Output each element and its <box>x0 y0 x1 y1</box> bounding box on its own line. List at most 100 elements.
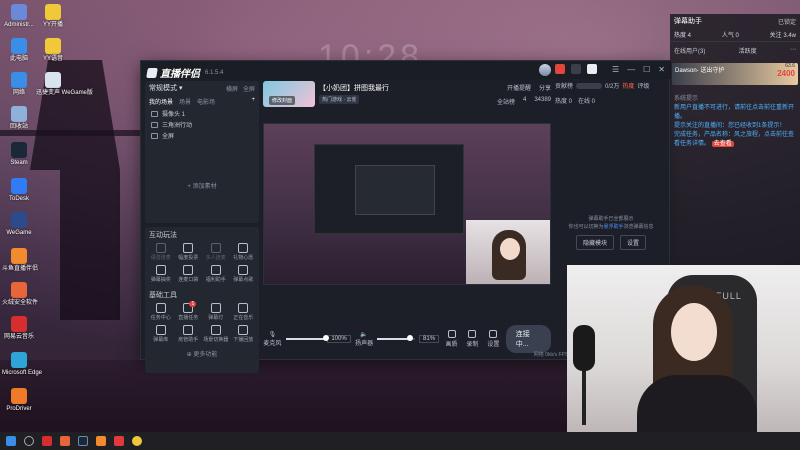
desktop-icon[interactable]: ProDriver <box>2 388 36 413</box>
tools-item-label: 正在音乐 <box>233 315 254 321</box>
taskbar-app-icon[interactable] <box>96 436 106 446</box>
windows-start-icon[interactable] <box>6 436 16 446</box>
hide-module-button[interactable]: 隐藏模块 <box>575 235 614 250</box>
desktop-icon[interactable]: 回收站 <box>2 106 36 131</box>
tools-item[interactable]: 房管助手 <box>175 325 203 343</box>
desktop-icon-label: 此电脑 <box>9 56 28 62</box>
taskbar-app-icon[interactable] <box>60 436 70 446</box>
tools-item[interactable]: 场景切换器 <box>202 325 230 343</box>
helper-more-icon[interactable]: ⋯ <box>790 46 796 55</box>
source-camera[interactable]: 摄像头 1 <box>145 108 259 119</box>
helper-section-title: 系统提示 <box>674 96 699 102</box>
add-scene-icon[interactable]: + <box>251 97 255 106</box>
interact-item[interactable]: 多人连麦 <box>202 243 230 261</box>
activity-tab[interactable]: 活跃度 <box>739 46 757 55</box>
online-users-tab[interactable]: 在线用户(3) <box>674 46 705 55</box>
desktop-icon[interactable]: ToDesk <box>2 178 36 203</box>
ranking-button[interactable]: 全站榜 <box>497 97 515 106</box>
tools-item-label: 下播回放 <box>233 337 254 343</box>
contribution-tab[interactable]: 贡献榜 <box>555 81 573 90</box>
scene-tab-mine[interactable]: 我的场景 <box>149 97 173 106</box>
interact-item[interactable]: 连麦口袋 <box>175 265 203 283</box>
rating-tag[interactable]: 评级 <box>637 81 649 90</box>
interact-item[interactable]: 语音连麦 <box>147 243 175 261</box>
fullscreen-toggle[interactable]: 全屏 <box>243 87 255 93</box>
desktop-icon[interactable]: 火绒安全软件 <box>2 282 38 307</box>
speaker-volume-value: 81% <box>419 335 440 343</box>
add-source-button[interactable]: + 添加素材 <box>145 181 259 190</box>
desktop-icon[interactable]: Administr... <box>2 4 36 29</box>
scene-tab-movie[interactable]: 电影场 <box>197 97 215 106</box>
search-icon[interactable] <box>24 436 34 446</box>
app-version: 6.1.5.4 <box>205 69 224 76</box>
source-game[interactable]: 三角洲行动 <box>145 119 259 130</box>
interact-item[interactable]: 礼物心愿 <box>230 243 258 261</box>
tools-item-label: 场景切换器 <box>203 337 229 343</box>
start-stream-button[interactable]: 连接中... <box>505 325 551 353</box>
desktop-icon[interactable]: 网络 <box>2 72 36 97</box>
taskbar-app-icon[interactable] <box>42 436 52 446</box>
interact-item[interactable]: 弹幕点歌 <box>230 265 258 283</box>
quality-button[interactable]: 画质 <box>443 330 460 348</box>
stream-title[interactable]: 【小奶团】拼图我最行 <box>319 83 389 93</box>
settings-button[interactable]: 设置 <box>485 330 502 348</box>
desktop-icon[interactable]: YY开播 <box>36 4 70 29</box>
interact-item-icon <box>238 243 249 253</box>
tools-item-icon <box>210 325 221 335</box>
mic-icon: 🎙 <box>268 332 277 338</box>
float-helper-link[interactable]: 悬浮助手 <box>603 224 623 230</box>
app-icon <box>11 106 27 122</box>
cursor-icon[interactable] <box>587 64 597 74</box>
minimize-icon[interactable]: — <box>627 65 635 75</box>
desktop-icon-label: Steam <box>10 160 28 166</box>
mode-select[interactable]: 常规模式 ▾ <box>149 83 182 93</box>
landscape-toggle[interactable]: 横屏 <box>226 87 238 93</box>
desktop-icon[interactable]: YY语音 <box>36 38 70 63</box>
record-button[interactable]: 录制 <box>464 330 481 348</box>
tools-item[interactable]: 下播回放 <box>230 325 258 343</box>
record-icon <box>468 330 477 338</box>
app-icon <box>45 4 61 20</box>
desktop-icon[interactable]: 迅捷变声 WeGame版 <box>36 72 93 97</box>
avatar-frame-icon[interactable] <box>571 64 581 74</box>
user-avatar[interactable] <box>539 64 551 76</box>
view-button[interactable]: 去查看 <box>711 141 734 147</box>
app-titlebar[interactable]: 直播伴侣 6.1.5.4 ☰ — ☐ ✕ <box>141 61 671 80</box>
interact-item[interactable]: 弹幕抽奖 <box>147 265 175 283</box>
interact-item-label: 连麦口袋 <box>178 277 199 283</box>
tools-item[interactable]: 弹幕灯 <box>202 303 230 321</box>
interact-item[interactable]: 幅度投票 <box>175 243 203 261</box>
tools-item[interactable]: 正在音乐 <box>230 303 258 321</box>
mic-volume-slider[interactable] <box>285 335 329 341</box>
source-fullscreen[interactable]: 全屏 <box>145 130 259 141</box>
app-icon <box>11 178 27 194</box>
tools-item[interactable]: 1 直播任务 <box>175 301 203 321</box>
stream-cover[interactable]: 修改封面 <box>263 81 315 107</box>
tools-item[interactable]: 任务中心 <box>147 303 175 321</box>
menu-icon[interactable]: ☰ <box>612 65 619 75</box>
share-button[interactable]: 分享 <box>539 83 551 92</box>
scene-tab-scene[interactable]: 场景 <box>179 97 191 106</box>
taskbar-app-icon[interactable] <box>132 436 142 446</box>
tools-item[interactable]: 弹幕库 <box>147 325 175 343</box>
speaker-volume-slider[interactable] <box>377 335 416 341</box>
speaker-button[interactable]: 🔈 扬声器 <box>355 331 374 347</box>
desktop-icon[interactable]: WeGame <box>2 212 36 237</box>
desktop-icon[interactable]: Microsoft Edge <box>2 352 42 377</box>
desktop-icon[interactable]: Steam <box>2 142 36 167</box>
desktop-icon[interactable]: 斗鱼直播伴侣 <box>2 248 38 273</box>
right-settings-button[interactable]: 设置 <box>620 235 647 250</box>
mic-button[interactable]: 🎙 麦克风 <box>263 331 282 347</box>
notification-icon[interactable] <box>555 64 565 74</box>
interact-item[interactable]: 福利助手 <box>202 265 230 283</box>
desktop-icon[interactable]: 网易云音乐 <box>2 316 36 341</box>
taskbar-app-icon[interactable] <box>114 436 124 446</box>
stream-category[interactable]: 热门游戏 · 云雀 <box>319 95 360 104</box>
steam-taskbar-icon[interactable] <box>78 436 88 446</box>
stream-preview[interactable] <box>263 123 551 285</box>
close-icon[interactable]: ✕ <box>658 65 665 75</box>
live-reminder-button[interactable]: 开播提醒 <box>507 83 531 92</box>
helper-lock-toggle[interactable]: 已锁定 <box>778 17 796 26</box>
desktop-icon[interactable]: 此电脑 <box>2 38 36 63</box>
maximize-icon[interactable]: ☐ <box>643 65 650 75</box>
